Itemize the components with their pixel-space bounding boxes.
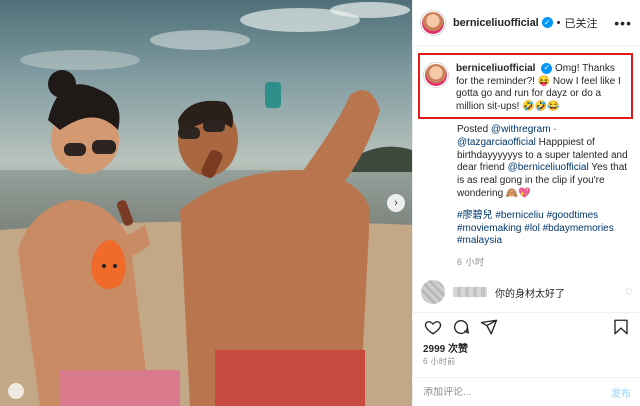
header-username[interactable]: berniceliuofficial bbox=[453, 17, 539, 29]
posted-label: Posted bbox=[457, 124, 491, 135]
tag-indicator-button[interactable] bbox=[8, 383, 24, 399]
comment-text: 你的身材太好了 bbox=[495, 288, 565, 300]
caption-timestamp: 6 小时 bbox=[457, 257, 485, 268]
share-icon[interactable] bbox=[479, 317, 499, 337]
hashtag-list[interactable]: #廖碧兒 #berniceliu #goodtimes #moviemaking… bbox=[457, 210, 635, 248]
heart-icon[interactable]: ♡ bbox=[625, 287, 633, 298]
comments-area: berniceliuofficial ✓ Omg! Thanks for the… bbox=[413, 48, 640, 310]
comment-bar: 发布 bbox=[413, 377, 640, 406]
post-timestamp: 6 小时前 bbox=[423, 357, 456, 366]
highlighted-caption: berniceliuofficial ✓ Omg! Thanks for the… bbox=[418, 53, 633, 119]
comment-input[interactable] bbox=[423, 386, 611, 398]
verified-badge-icon: ✓ bbox=[541, 63, 553, 74]
caption-avatar[interactable] bbox=[424, 63, 448, 87]
post-header: berniceliuofficial ✓ • 已关注 ••• bbox=[413, 0, 640, 46]
follow-status[interactable]: 已关注 bbox=[564, 15, 597, 31]
post-sidebar: berniceliuofficial ✓ • 已关注 ••• berniceli… bbox=[412, 0, 640, 406]
dot-separator: • bbox=[556, 16, 561, 29]
action-bar bbox=[413, 312, 640, 340]
post-photo[interactable]: › bbox=[0, 0, 412, 406]
more-icon[interactable]: ••• bbox=[614, 15, 632, 31]
beach-photo-illustration bbox=[0, 2, 412, 406]
blurred-avatar[interactable] bbox=[421, 280, 445, 304]
like-count[interactable]: 2999 次赞 bbox=[423, 340, 468, 355]
heart-icon[interactable] bbox=[423, 317, 443, 337]
dot-separator: · bbox=[550, 124, 557, 135]
blurred-username bbox=[453, 287, 487, 297]
chevron-right-icon[interactable]: › bbox=[387, 194, 405, 212]
bookmark-icon[interactable] bbox=[611, 317, 631, 337]
post-comment-button[interactable]: 发布 bbox=[611, 385, 631, 400]
avatar[interactable] bbox=[421, 10, 445, 35]
post-description: Posted @withregram · @tazgarciaofficial … bbox=[457, 124, 635, 269]
verified-badge-icon: ✓ bbox=[541, 17, 553, 28]
mention-bernice[interactable]: @berniceliuofficial bbox=[508, 162, 589, 173]
comment-row: 你的身材太好了 ♡ bbox=[421, 280, 633, 304]
caption-text: berniceliuofficial ✓ Omg! Thanks for the… bbox=[456, 63, 626, 113]
mention-withregram[interactable]: @withregram bbox=[491, 124, 551, 135]
mention-tazgarcia[interactable]: @tazgarciaofficial bbox=[457, 137, 536, 148]
instagram-post-view: › berniceliuofficial ✓ • 已关注 ••• bernice… bbox=[0, 0, 640, 406]
comment-icon[interactable] bbox=[451, 317, 471, 337]
caption-username[interactable]: berniceliuofficial bbox=[456, 63, 535, 74]
